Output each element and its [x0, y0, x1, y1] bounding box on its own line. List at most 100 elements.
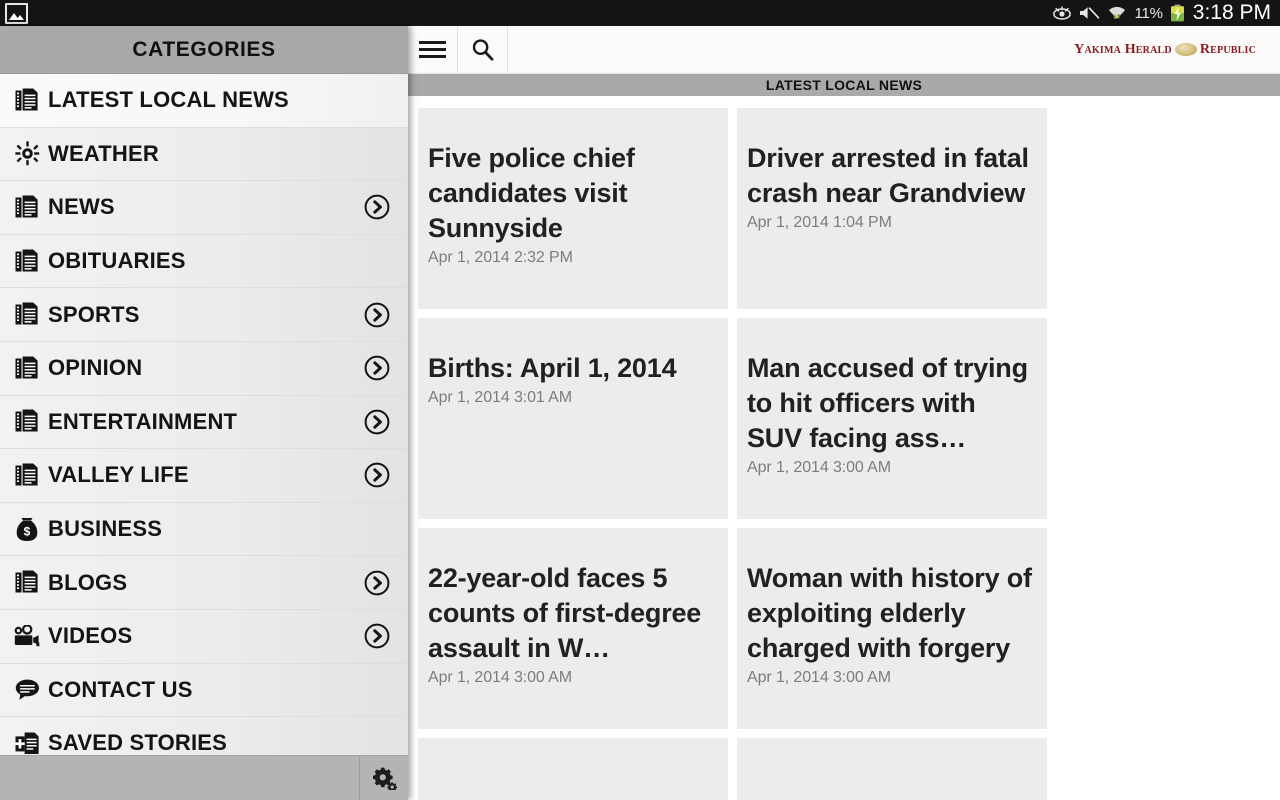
- article-card-body: Births: April 1, 2014 Apr 1, 2014 3:01 AM: [428, 351, 718, 407]
- categories-drawer: CATEGORIES LATEST LOCAL NEWS WEATHER NEW…: [0, 26, 408, 800]
- chevron-right-icon[interactable]: [364, 462, 390, 488]
- drawer-item-label: BUSINESS: [48, 516, 163, 542]
- drawer-item-label: ENTERTAINMENT: [48, 408, 238, 434]
- video-camera-icon: [14, 623, 40, 649]
- drawer-item-sports[interactable]: SPORTS: [0, 288, 408, 342]
- article-card-body: Driver arrested in fatal crash near Gran…: [747, 141, 1037, 232]
- masthead-logo[interactable]: Yakima Herald Republic: [1074, 42, 1256, 58]
- drawer-item-weather[interactable]: WEATHER: [0, 127, 408, 182]
- drawer-item-videos[interactable]: VIDEOS: [0, 609, 408, 664]
- app-bar: Yakima Herald Republic: [408, 26, 1280, 74]
- drawer-item-business[interactable]: $ BUSINESS: [0, 502, 408, 557]
- articles-icon: [14, 248, 40, 274]
- drawer-item-label: VALLEY LIFE: [48, 462, 189, 488]
- money-bag-icon: $: [16, 517, 38, 541]
- articles-icon: [14, 355, 40, 381]
- drawer-title: CATEGORIES: [132, 37, 276, 61]
- masthead-left-text: Yakima Herald: [1074, 41, 1172, 57]
- article-card[interactable]: Driver arrested in fatal crash near Gran…: [737, 108, 1047, 309]
- article-title: 22-year-old faces 5 counts of first-degr…: [428, 563, 702, 663]
- app-root: 11% 3:18 PM Yakima Herald Republic LATES…: [0, 0, 1280, 800]
- sun-icon: [14, 141, 39, 166]
- chevron-right-icon[interactable]: [364, 409, 390, 435]
- drawer-header: CATEGORIES: [0, 26, 408, 74]
- article-grid: Five police chief candidates visit Sunny…: [408, 96, 1280, 800]
- speech-bubble-icon: [15, 679, 39, 701]
- drawer-item-valley-life[interactable]: VALLEY LIFE: [0, 449, 408, 503]
- articles-icon: [15, 570, 38, 593]
- drawer-item-blogs[interactable]: BLOGS: [0, 556, 408, 610]
- article-card[interactable]: Five police chief candidates visit Sunny…: [418, 108, 728, 309]
- status-bar-notifications: [0, 2, 28, 24]
- section-header-bar: LATEST LOCAL NEWS: [408, 74, 1280, 96]
- article-title: Man accused of trying to hit officers wi…: [747, 353, 1028, 453]
- article-card[interactable]: Charges refiled against Kittitas landown…: [418, 738, 728, 800]
- chevron-right-icon[interactable]: [364, 355, 390, 381]
- video-camera-icon: [14, 625, 40, 647]
- article-card[interactable]: Man accused of trying to hit officers wi…: [737, 318, 1047, 519]
- drawer-item-news[interactable]: NEWS: [0, 181, 408, 235]
- article-card-body: Five police chief candidates visit Sunny…: [428, 141, 718, 267]
- settings-button[interactable]: [360, 756, 408, 800]
- mute-speaker-icon: [1080, 7, 1100, 19]
- chevron-right-icon: [364, 355, 390, 381]
- chevron-right-icon: [364, 570, 390, 596]
- drawer-item-latest-local-news[interactable]: LATEST LOCAL NEWS: [0, 74, 408, 128]
- article-title: Driver arrested in fatal crash near Gran…: [747, 143, 1029, 208]
- status-bar-system-icons: 11% 3:18 PM: [1052, 1, 1280, 25]
- articles-icon: [15, 249, 38, 272]
- battery-charging-icon: [1170, 4, 1184, 22]
- article-card[interactable]: 22-year-old faces 5 counts of first-degr…: [418, 528, 728, 729]
- articles-icon: [15, 88, 38, 111]
- masthead-seal-icon: [1174, 43, 1197, 56]
- drawer-item-opinion[interactable]: OPINION: [0, 341, 408, 396]
- main-content: Yakima Herald Republic LATEST LOCAL NEWS…: [408, 26, 1280, 800]
- section-title: LATEST LOCAL NEWS: [765, 77, 923, 93]
- drawer-item-obituaries[interactable]: OBITUARIES: [0, 234, 408, 289]
- smart-stay-eye-icon: [1053, 5, 1072, 20]
- search-icon: [472, 39, 494, 61]
- article-card[interactable]: Woman with history of exploiting elderly…: [737, 528, 1047, 729]
- articles-icon: [14, 409, 40, 435]
- article-card[interactable]: Births: April 1, 2014 Apr 1, 2014 3:01 AM: [418, 318, 728, 519]
- chevron-right-icon: [364, 623, 390, 649]
- drawer-footer: [0, 755, 408, 800]
- article-card[interactable]: Yakima motorcyclist hurt in Oregon crash…: [737, 738, 1047, 800]
- chevron-right-icon: [364, 463, 390, 488]
- sun-icon: [14, 141, 40, 167]
- speech-bubble-icon: [14, 677, 40, 703]
- article-date: Apr 1, 2014 1:04 PM: [747, 214, 892, 231]
- drawer-item-contact-us[interactable]: CONTACT US: [0, 663, 408, 718]
- chevron-right-icon: [364, 409, 390, 435]
- chevron-right-icon[interactable]: [364, 194, 390, 220]
- drawer-item-saved-stories[interactable]: SAVED STORIES: [0, 717, 408, 755]
- articles-icon: [15, 195, 38, 218]
- money-bag-icon: $: [14, 516, 40, 542]
- chevron-right-icon[interactable]: [364, 623, 390, 649]
- chevron-right-icon[interactable]: [364, 570, 390, 596]
- articles-icon: [15, 356, 38, 379]
- status-bar-clock: 3:18 PM: [1192, 1, 1271, 24]
- hamburger-menu-button[interactable]: [408, 26, 458, 73]
- article-date: Apr 1, 2014 3:00 AM: [428, 669, 572, 686]
- wifi-icon: [1109, 6, 1126, 19]
- drawer-item-label: OBITUARIES: [48, 248, 186, 274]
- article-title: Woman with history of exploiting elderly…: [747, 563, 1032, 663]
- photo-notification-icon: [5, 2, 28, 24]
- article-card-body: 22-year-old faces 5 counts of first-degr…: [428, 561, 718, 687]
- drawer-item-label: VIDEOS: [48, 623, 133, 649]
- drawer-item-label: CONTACT US: [48, 676, 193, 702]
- battery-percent-label: 11%: [1134, 4, 1163, 22]
- search-button[interactable]: [458, 26, 508, 73]
- chevron-right-icon: [364, 302, 390, 328]
- drawer-item-label: OPINION: [48, 355, 143, 381]
- article-title: Five police chief candidates visit Sunny…: [428, 143, 635, 243]
- article-date: Apr 1, 2014 3:01 AM: [428, 389, 572, 406]
- drawer-item-entertainment[interactable]: ENTERTAINMENT: [0, 395, 408, 450]
- article-title: Births: April 1, 2014: [428, 353, 677, 383]
- drawer-item-list: LATEST LOCAL NEWS WEATHER NEWS OBITUARIE…: [0, 74, 408, 755]
- drawer-item-label: BLOGS: [48, 569, 128, 595]
- articles-icon: [14, 302, 40, 328]
- drawer-item-label: SPORTS: [48, 301, 140, 327]
- chevron-right-icon[interactable]: [364, 302, 390, 328]
